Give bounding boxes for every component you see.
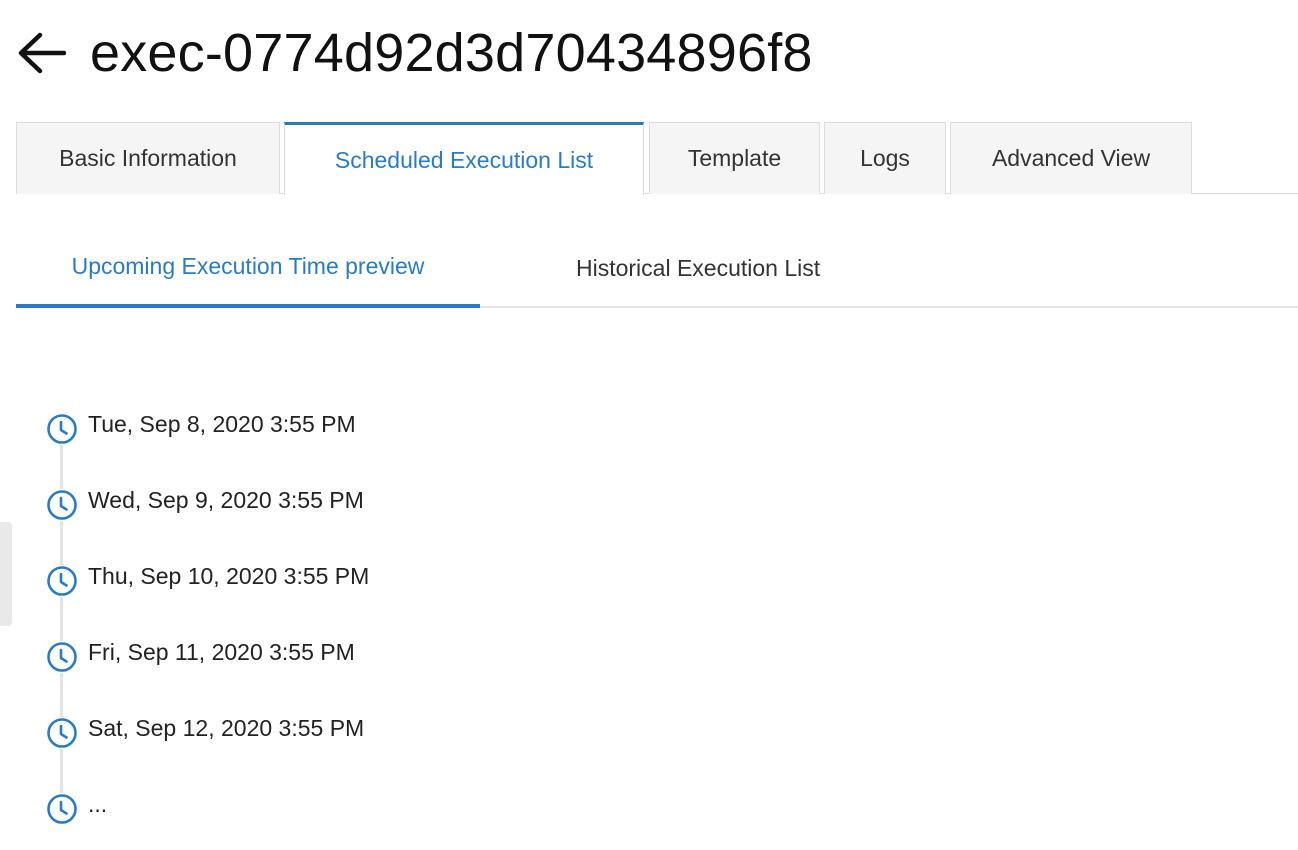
clock-icon — [46, 717, 78, 749]
tab-logs[interactable]: Logs — [824, 122, 946, 194]
timeline-item-label: Thu, Sep 10, 2020 3:55 PM — [88, 562, 370, 589]
subtab-upcoming-execution-time-preview[interactable]: Upcoming Execution Time preview — [16, 228, 480, 308]
clock-icon — [46, 641, 78, 673]
page-header: exec-0774d92d3d70434896f8 — [16, 18, 813, 88]
timeline-item: Fri, Sep 11, 2020 3:55 PM — [46, 637, 355, 677]
tab-scheduled-execution-list[interactable]: Scheduled Execution List — [284, 122, 644, 195]
arrow-left-icon — [18, 32, 66, 74]
clock-icon — [46, 793, 78, 825]
sub-tab-bar: Upcoming Execution Time preview Historic… — [16, 228, 1298, 308]
clock-icon — [46, 565, 78, 597]
timeline-item-label: Tue, Sep 8, 2020 3:55 PM — [88, 410, 356, 437]
clock-icon — [46, 489, 78, 521]
tab-basic-information[interactable]: Basic Information — [16, 122, 280, 194]
timeline-item: Sat, Sep 12, 2020 3:55 PM — [46, 713, 364, 753]
timeline-item: Thu, Sep 10, 2020 3:55 PM — [46, 561, 369, 601]
tab-template[interactable]: Template — [649, 122, 820, 194]
sidebar-collapse-handle[interactable] — [0, 522, 12, 626]
timeline-item: Tue, Sep 8, 2020 3:55 PM — [46, 409, 356, 449]
back-button[interactable] — [16, 23, 72, 83]
timeline-item: Wed, Sep 9, 2020 3:55 PM — [46, 485, 364, 525]
timeline-item: ... — [46, 789, 107, 829]
timeline-item-label: Fri, Sep 11, 2020 3:55 PM — [88, 638, 355, 665]
page-title: exec-0774d92d3d70434896f8 — [90, 23, 813, 83]
timeline-item-label: Sat, Sep 12, 2020 3:55 PM — [88, 714, 365, 741]
clock-icon — [46, 413, 78, 445]
timeline-item-label: ... — [88, 790, 108, 817]
subtab-historical-execution-list[interactable]: Historical Execution List — [576, 228, 820, 308]
timeline-item-label: Wed, Sep 9, 2020 3:55 PM — [88, 486, 364, 513]
tab-advanced-view[interactable]: Advanced View — [950, 122, 1192, 194]
main-tab-bar: Basic Information Scheduled Execution Li… — [16, 122, 1298, 195]
page: exec-0774d92d3d70434896f8 Basic Informat… — [0, 0, 1298, 850]
